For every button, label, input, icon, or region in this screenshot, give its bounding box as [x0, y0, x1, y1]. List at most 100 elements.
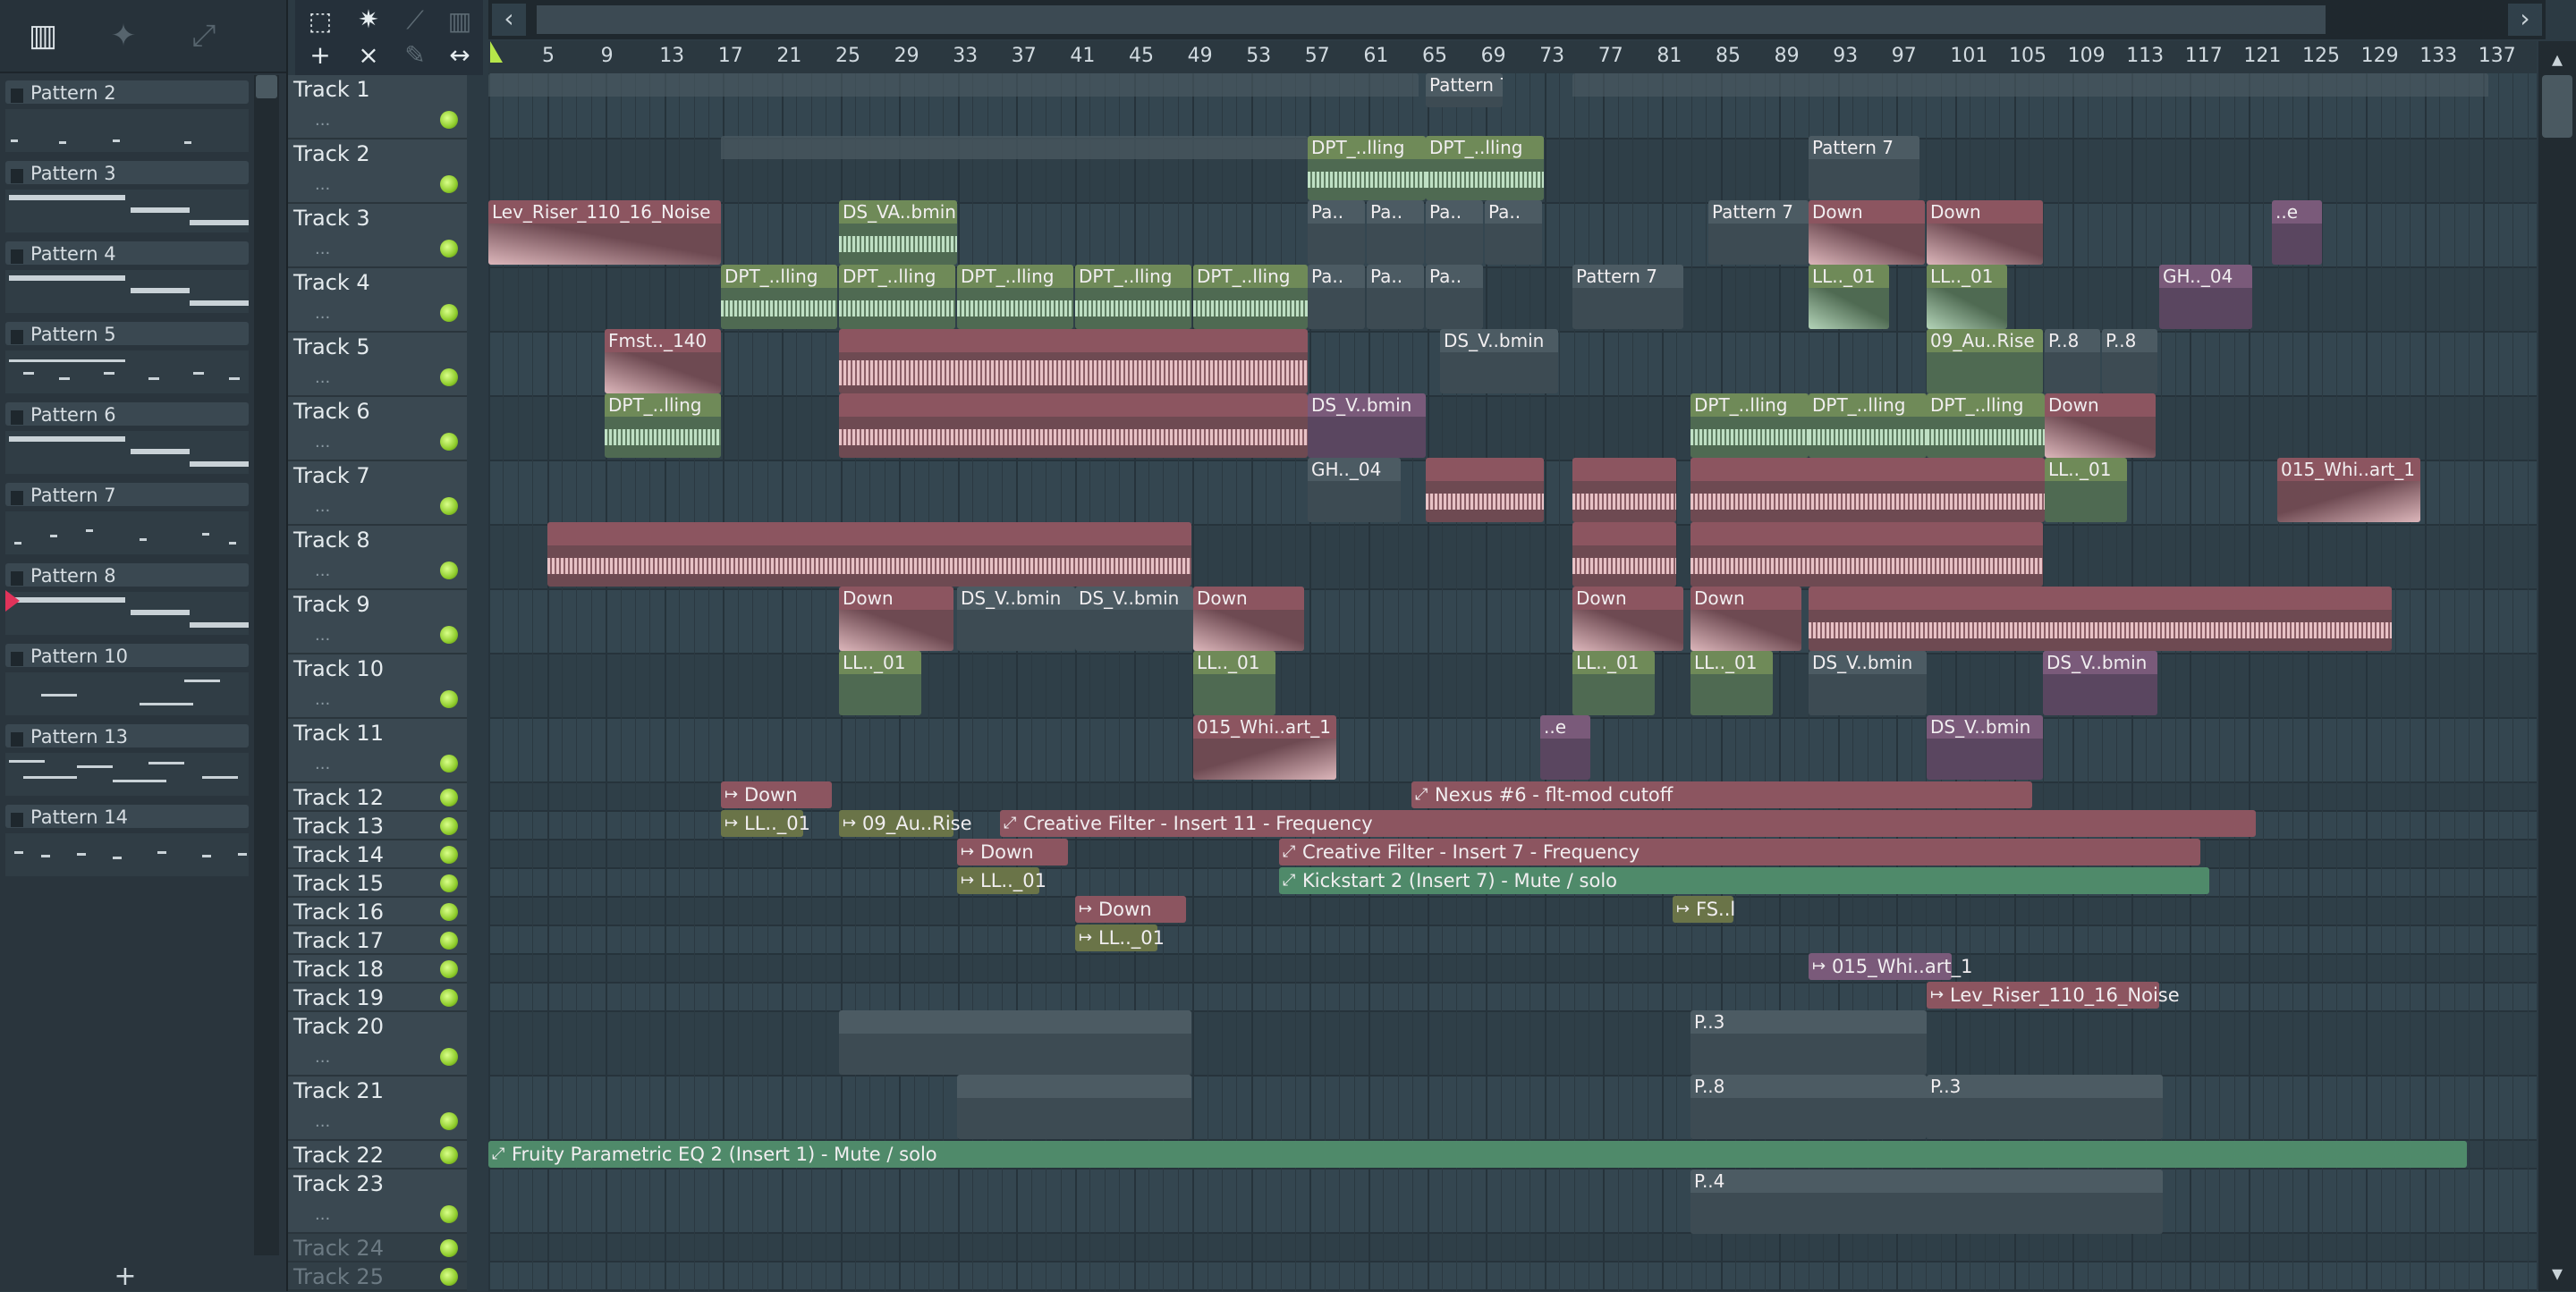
track-mute-led[interactable]	[440, 304, 458, 322]
pattern-item[interactable]: Pattern 2	[0, 75, 250, 156]
track-header[interactable]: Track 23...	[288, 1170, 467, 1234]
track-mute-led[interactable]	[440, 626, 458, 644]
pattern-clip[interactable]: P..8	[2045, 329, 2100, 393]
vertical-scroll-thumb[interactable]	[2542, 75, 2572, 138]
track-mute-led[interactable]	[440, 368, 458, 386]
pattern-clip[interactable]	[957, 1075, 1191, 1139]
track-header[interactable]: Track 17	[288, 926, 467, 955]
audio-clip[interactable]: LL.._01	[1927, 265, 2007, 329]
track-mute-led[interactable]	[440, 1146, 458, 1164]
audio-clip[interactable]: ↦ Down	[957, 839, 1068, 866]
overview-viewport[interactable]	[537, 5, 2326, 34]
audio-clip[interactable]: Down	[839, 587, 953, 651]
vertical-scrollbar[interactable]: ▴ ▾	[2538, 41, 2576, 1291]
audio-clip[interactable]	[839, 393, 1308, 458]
track-header[interactable]: Track 12	[288, 783, 467, 812]
snap-magnet-icon[interactable]: ✷	[347, 2, 390, 36]
add-track-button[interactable]: +	[299, 38, 342, 72]
pattern-clip[interactable]: Pa..	[1426, 265, 1483, 329]
audio-clip[interactable]: DPT_..lling	[721, 265, 837, 329]
track-mute-led[interactable]	[440, 497, 458, 515]
track-mute-led[interactable]	[440, 1112, 458, 1130]
track-options[interactable]: ...	[315, 497, 330, 516]
audio-clip[interactable]: ↦ Down	[1075, 896, 1186, 923]
audio-clip[interactable]: Lev_Riser_110_16_Noise	[488, 200, 721, 265]
automation-clip[interactable]: ⤢ Fruity Parametric EQ 2 (Insert 1) - Mut…	[488, 1141, 2467, 1168]
audio-clip[interactable]: DS_V..bmin	[1440, 329, 1558, 393]
audio-clip[interactable]: 015_Whi..art_1	[1193, 715, 1336, 780]
pattern-item[interactable]: Pattern 4	[0, 236, 250, 317]
pattern-clip[interactable]: P..4	[1690, 1170, 2163, 1234]
add-pattern-button[interactable]: +	[107, 1261, 143, 1292]
audio-clip[interactable]: DPT_..lling	[1193, 265, 1308, 329]
audio-clip[interactable]: ↦ Lev_Riser_110_16_Noise	[1927, 982, 2180, 1009]
pattern-clip[interactable]: Pa..	[1426, 200, 1483, 265]
track-header[interactable]: Track 3...	[288, 204, 467, 268]
pattern-clip[interactable]: Pattern 7	[1572, 265, 1683, 329]
pattern-clip[interactable]	[839, 1010, 1191, 1075]
audio-clip[interactable]: Down	[1690, 587, 1801, 651]
track-mute-led[interactable]	[440, 789, 458, 806]
audio-clip[interactable]: LL.._01	[1690, 651, 1773, 715]
bar-ruler[interactable]: 5 9 13 17 21 25 29 33 37 41 45 49 53 57 61 65 69 73 77 81 85…	[488, 41, 2537, 73]
pattern-item[interactable]: Pattern 14	[0, 799, 250, 880]
track-header[interactable]: Track 2...	[288, 139, 467, 204]
automation-clip[interactable]: ⤢ Nexus #6 - flt-mod cutoff	[1411, 781, 2032, 808]
track-mute-led[interactable]	[440, 1048, 458, 1066]
audio-clip[interactable]: ↦ LL.._01	[721, 810, 810, 837]
audio-clip[interactable]: 015_Whi..art_1	[2277, 458, 2420, 522]
track-header[interactable]: Track 18	[288, 955, 467, 984]
playlist-grid[interactable]: Pattern 7 DPT_..lling DPT_..lling Patter…	[488, 73, 2537, 1291]
track-options[interactable]: ...	[315, 175, 330, 194]
piano-roll-icon[interactable]: ▥	[18, 16, 68, 55]
audio-clip[interactable]: DS_V..bmin	[1927, 715, 2043, 780]
track-mute-led[interactable]	[440, 562, 458, 579]
track-mute-led[interactable]	[440, 817, 458, 835]
track-options[interactable]: ...	[315, 626, 330, 645]
pattern-clip[interactable]	[1572, 73, 2488, 107]
audio-clip[interactable]: LL.._01	[839, 651, 921, 715]
picker-scrollbar[interactable]	[254, 75, 279, 1255]
track-mute-led[interactable]	[440, 433, 458, 451]
track-header[interactable]: Track 16	[288, 898, 467, 926]
pattern-clip[interactable]	[721, 136, 1308, 172]
audio-clip[interactable]	[1426, 458, 1544, 522]
audio-clip[interactable]: DPT_..lling	[957, 265, 1073, 329]
audio-clip[interactable]: DPT_..lling	[1809, 393, 1927, 458]
audio-clip[interactable]: ..e	[2272, 200, 2322, 265]
audio-clip[interactable]: GH.._04	[1308, 458, 1401, 522]
pattern-item[interactable]: Pattern 5	[0, 317, 250, 397]
track-mute-led[interactable]	[440, 1205, 458, 1223]
audio-clip[interactable]: DPT_..lling	[839, 265, 955, 329]
pattern-clip[interactable]: P..8	[2102, 329, 2157, 393]
pattern-item[interactable]: Pattern 10	[0, 638, 250, 719]
audio-clip[interactable]: LL.._01	[2045, 458, 2127, 522]
pattern-clip[interactable]: Pa..	[1308, 265, 1365, 329]
pattern-item[interactable]: Pattern 8	[0, 558, 250, 638]
audio-clip[interactable]: ..e	[1540, 715, 1590, 780]
track-header[interactable]: Track 6...	[288, 397, 467, 461]
scroll-left-icon[interactable]: ‹	[492, 4, 526, 36]
track-header[interactable]: Track 19	[288, 984, 467, 1012]
audio-clip[interactable]: LL.._01	[1809, 265, 1889, 329]
pattern-clip[interactable]: Pa..	[1367, 265, 1424, 329]
pattern-clip[interactable]: Pattern 7	[1708, 200, 1809, 265]
audio-clip[interactable]: DS_V..bmin	[957, 587, 1075, 651]
track-header[interactable]: Track 7...	[288, 461, 467, 526]
track-options[interactable]: ...	[315, 690, 330, 709]
audio-clip[interactable]: DS_VA..bmin	[839, 200, 957, 265]
track-header[interactable]: Track 1...	[288, 75, 467, 139]
track-options[interactable]: ...	[315, 1048, 330, 1067]
scroll-down-icon[interactable]: ▾	[2538, 1261, 2576, 1286]
audio-clip[interactable]	[1572, 522, 1676, 587]
track-header[interactable]: Track 9...	[288, 590, 467, 654]
audio-clip[interactable]	[1572, 458, 1676, 522]
pattern-item[interactable]: Pattern 13	[0, 719, 250, 799]
automation-clip[interactable]: ⤢ Creative Filter - Insert 11 - Frequency	[1000, 810, 2256, 837]
pattern-clip[interactable]: P..3	[1927, 1075, 2163, 1139]
pattern-clip[interactable]: P..8	[1690, 1075, 1927, 1139]
audio-clip[interactable]: LL.._01	[1572, 651, 1655, 715]
piano-roll-small-icon[interactable]: ▥	[438, 4, 481, 38]
audio-clip[interactable]: Down	[1572, 587, 1683, 651]
pattern-item[interactable]: Pattern 3	[0, 156, 250, 236]
